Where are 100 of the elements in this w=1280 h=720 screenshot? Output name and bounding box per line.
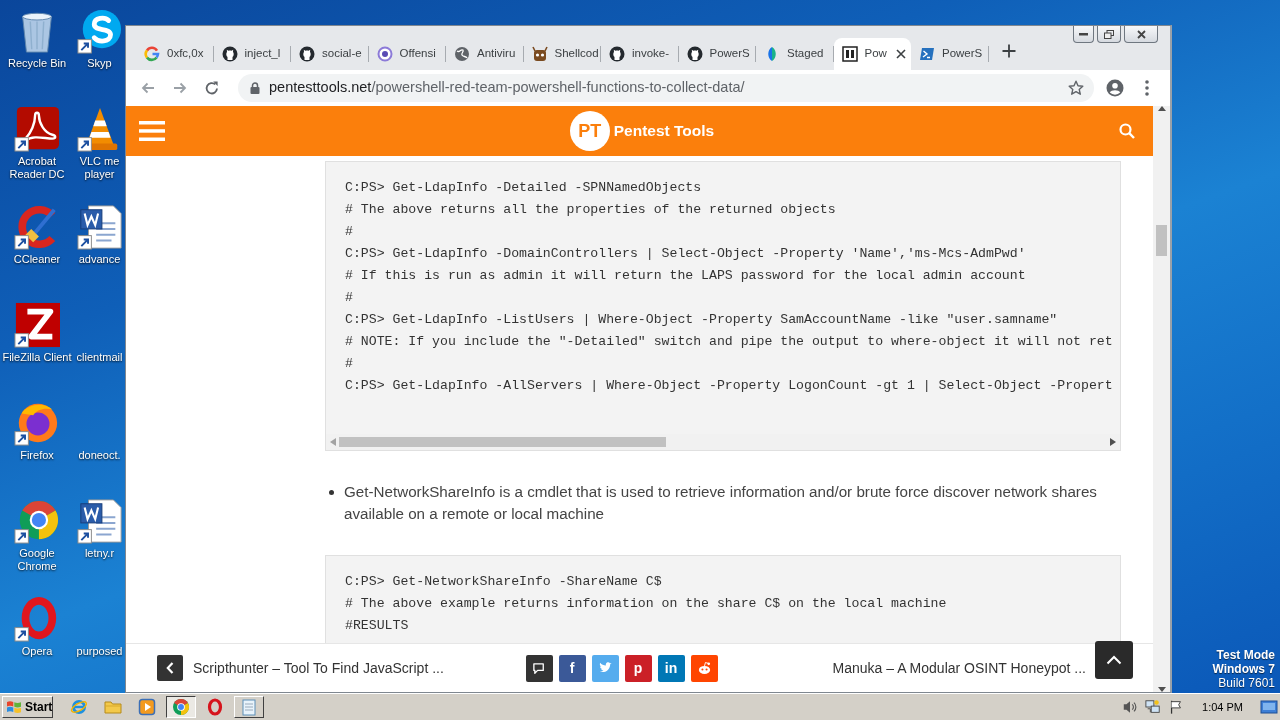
chevron-up-icon [1106,655,1122,665]
github-logo-icon [686,46,703,62]
code-line: C:PS> Get-LdapInfo -DomainControllers | Select-Object -Property 'Name','ms-Mcs-AdmPwd' [345,245,1027,263]
acrobat-logo-icon[interactable] [14,106,60,152]
github-logo-icon [609,46,625,62]
code-line: C:PS> Get-LdapInfo -Detailed -SPNNamedObjects [345,179,703,197]
browser-tab[interactable]: Antiviru [446,38,524,70]
network-icon[interactable] [1145,699,1162,715]
word-document-icon[interactable] [76,498,123,544]
bookmark-star-icon[interactable] [1068,80,1084,96]
close-icon[interactable] [893,47,908,61]
shortcut-label[interactable]: Firefox [20,449,54,462]
minimize-icon [1079,32,1088,36]
restore-button[interactable] [1097,26,1121,43]
scrollbar-thumb[interactable] [339,437,666,447]
alien-head-icon [696,660,712,676]
shortcut-label[interactable]: CCleaner [13,253,61,266]
browser-tab[interactable]: Offensi [368,38,446,70]
plus-icon [1001,44,1016,58]
bullet-text: Get-NetworkShareInfo is a cmdlet that is used to retrieve information and/or brute force discover network shares available on a remote or local machine [344,482,1098,524]
os-edition-text: Windows 7 [1212,662,1275,676]
browser-tab[interactable]: Pow [833,38,911,70]
opera-logo-icon[interactable] [206,698,224,716]
more-dots-icon [1145,80,1149,96]
windows-flag-icon [6,700,22,714]
previous-post-link[interactable]: Scripthunter – Tool To Find JavaScript ... [193,657,444,679]
browser-tab[interactable]: 0xfc,0x [136,38,214,70]
share-button[interactable]: f [558,654,586,682]
code-line: # [345,289,354,307]
shortcut-label[interactable]: letny.r [84,547,115,560]
media-player-icon[interactable] [138,698,156,716]
ring-logo-icon [376,46,393,62]
code-line: # If this is run as admin it will return the LAPS password for the local admin account [345,267,1027,285]
clock-text[interactable]: 1:04 PM [1202,698,1243,716]
scroll-right-arrow-icon[interactable] [1110,438,1116,446]
previous-post-button[interactable] [157,655,183,681]
browser-tab[interactable]: Shellcod [523,38,601,70]
os-build-text: Build 7601 [1218,676,1275,690]
globe-icon [454,46,470,62]
menu-icon[interactable] [139,120,165,142]
os-mode-text: Test Mode [1216,648,1275,662]
code-line: # [345,223,354,241]
shortcut-label[interactable]: FileZilla Client [2,351,72,364]
close-icon [1136,29,1146,39]
shortcut-label[interactable]: Recycle Bin [7,57,67,70]
github-logo-icon [299,46,315,62]
code-line: C:PS> Get-LdapInfo -ListUsers | Where-Object -Property SamAccountName -like "user.samname" [345,311,1059,329]
shortcut-label[interactable]: purposed [76,645,123,658]
scroll-down-arrow-icon[interactable] [1157,687,1166,692]
browser-tab[interactable]: inject_l [213,38,291,70]
minimize-button[interactable] [1073,26,1094,43]
word-document-icon[interactable] [76,204,123,250]
skype-logo-icon[interactable] [76,8,123,54]
browser-tab[interactable]: social-e [291,38,369,70]
shortcut-label[interactable]: VLC me player [74,155,125,181]
filezilla-logo-icon[interactable] [14,302,60,348]
chrome-logo-icon [172,698,190,716]
address-bar[interactable]: pentesttools.net/powershell-red-team-powershell-functions-to-collect-data/ [238,74,1094,102]
share-button[interactable]: p [624,654,652,682]
start-button[interactable]: Start [2,696,53,718]
shortcut-label[interactable]: doneoct. [78,449,121,462]
code-line: # The above example returns information on the share C$ on the local machine [345,595,948,613]
browser-tab[interactable]: invoke- [601,38,679,70]
code-line: #RESULTS [345,617,410,635]
scrollbar-thumb[interactable] [1156,225,1167,256]
lock-icon [250,82,260,94]
code-line: C:PS> Get-LdapInfo -AllServers | Where-Object -Property LogonCount -gt 1 | Select-Object -Propert [345,377,1114,395]
share-button[interactable]: in [657,654,685,682]
code-line: # [345,355,354,373]
url-text: pentesttools.net/powershell-red-team-powershell-functions-to-collect-data/ [269,78,745,98]
browser-tab[interactable]: PowerS [911,38,989,70]
show-desktop-icon[interactable] [1260,699,1278,715]
code-line: # The above returns all the properties of the returned objects [345,201,837,219]
chrome-logo-icon[interactable] [14,498,60,544]
shortcut-label[interactable]: Opera [21,645,53,658]
shortcut-label[interactable]: advance [78,253,121,266]
github-logo-icon [221,46,238,62]
speaker-icon[interactable] [1122,699,1139,715]
scroll-up-arrow-icon[interactable] [1157,106,1166,111]
shortcut-label[interactable]: Skyp [87,57,112,70]
mascot-icon [531,46,548,62]
reload-icon [203,79,221,97]
share-button[interactable] [525,654,553,682]
browser-tab[interactable]: PowerS [678,38,756,70]
browser-tab[interactable]: Staged [756,38,834,70]
shortcut-label[interactable]: Google Chrome [1,547,73,573]
next-post-link[interactable]: Manuka – A Modular OSINT Honeypot ... [832,657,1086,679]
shortcut-label[interactable]: Acrobat Reader DC [1,155,73,181]
account-icon [1106,79,1124,97]
google-logo-icon [144,46,160,62]
code-line: C:PS> Get-NetworkShareInfo -ShareName C$ [345,573,663,591]
back-to-top-button[interactable] [1095,641,1133,679]
square-logo-icon [841,46,858,62]
close-button[interactable] [1124,26,1158,43]
comment-bubble-icon [531,660,547,676]
shortcut-label[interactable]: clientmail [76,351,123,364]
search-icon[interactable] [1119,123,1135,139]
code-line: # NOTE: If you include the "-Detailed" switch and pipe the output to where-object it will not ret [345,333,1114,351]
taskbar-button[interactable] [166,696,196,718]
vertical-scrollbar[interactable] [1153,106,1170,692]
